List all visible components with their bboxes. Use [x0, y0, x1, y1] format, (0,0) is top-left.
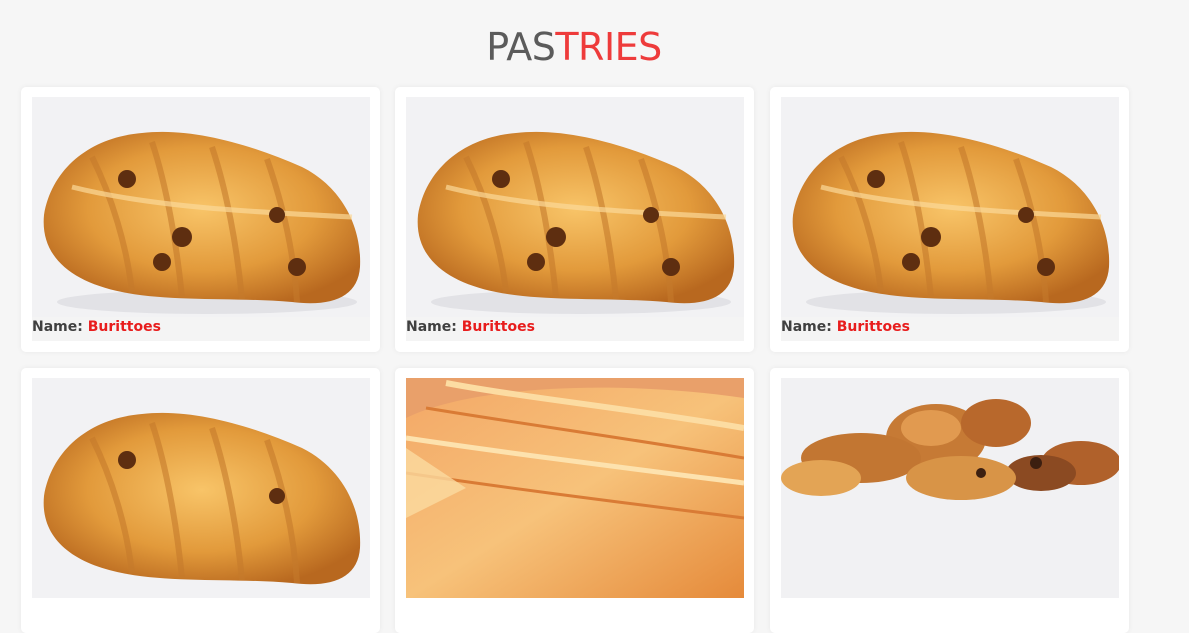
pastry-card[interactable] [21, 368, 380, 633]
pastry-caption: Name: Burittoes [781, 317, 1119, 341]
pastry-card[interactable]: Name: Burittoes [770, 87, 1129, 352]
pastry-card[interactable]: Name: Burittoes [21, 87, 380, 352]
name-value[interactable]: Burittoes [837, 319, 910, 335]
pastry-image [32, 378, 370, 598]
pastry-image [32, 97, 370, 317]
pastry-image [781, 97, 1119, 317]
page-title-part-2: TRIES [555, 25, 662, 69]
page-title: PASTRIES [0, 25, 1148, 69]
pastry-caption: Name: Burittoes [406, 317, 744, 341]
pastry-card[interactable] [770, 368, 1129, 633]
name-label: Name: [781, 319, 832, 335]
pastry-image [406, 378, 744, 598]
name-value[interactable]: Burittoes [462, 319, 535, 335]
page-title-part-1: PAS [486, 25, 556, 69]
pastry-caption: Name: Burittoes [32, 317, 370, 341]
pastry-card[interactable]: Name: Burittoes [395, 87, 754, 352]
name-label: Name: [406, 319, 457, 335]
name-label: Name: [32, 319, 83, 335]
name-value[interactable]: Burittoes [88, 319, 161, 335]
pastry-image [406, 97, 744, 317]
pastry-card[interactable] [395, 368, 754, 633]
pastry-image [781, 378, 1119, 598]
